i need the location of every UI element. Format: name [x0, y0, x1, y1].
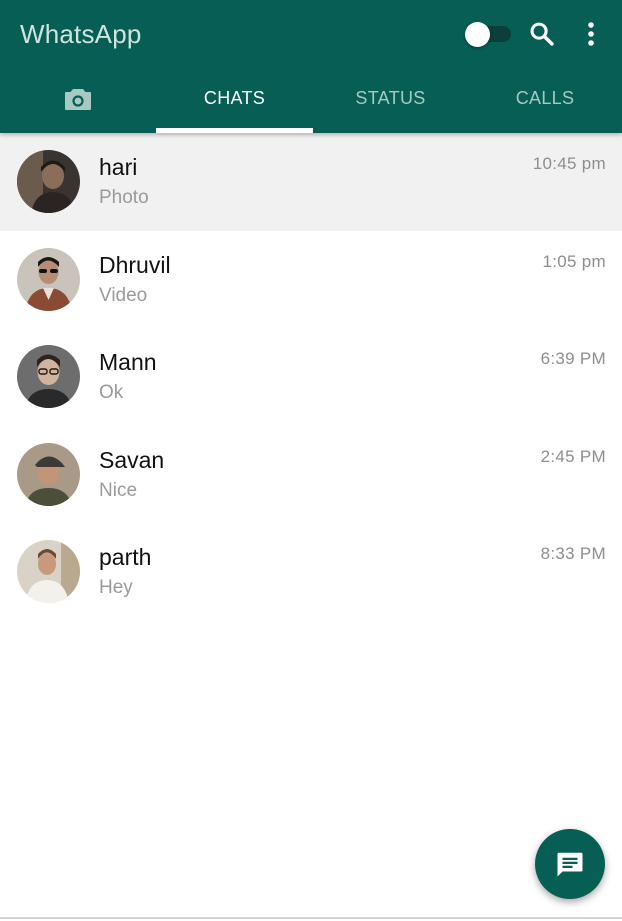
chat-name: parth [99, 544, 152, 570]
chat-list: hari Photo 10:45 pm Dhruvil Video 1:05 p… [0, 133, 622, 621]
camera-icon [65, 88, 91, 110]
tab-bar: CHATS STATUS CALLS [0, 74, 622, 133]
whatsapp-app: WhatsApp CHATS STATUS CALLS hari Photo 1… [0, 0, 622, 921]
chat-name: Mann [99, 349, 157, 375]
avatar[interactable] [17, 150, 80, 213]
tab-calls[interactable]: CALLS [468, 74, 622, 133]
tab-chats[interactable]: CHATS [156, 74, 313, 133]
chat-time: 1:05 pm [542, 251, 606, 271]
new-chat-button[interactable] [535, 829, 605, 899]
avatar-photo [17, 150, 80, 213]
active-tab-indicator [156, 128, 313, 133]
avatar-photo [17, 345, 80, 408]
chat-name: Savan [99, 446, 165, 473]
avatar-photo [17, 540, 80, 603]
chat-row-parth[interactable]: parth Hey 8:33 PM [0, 523, 622, 621]
chat-time: 10:45 pm [532, 154, 606, 173]
chat-time: 2:45 PM [540, 446, 606, 466]
tab-status-label: STATUS [355, 88, 426, 108]
chat-row-savan[interactable]: Savan Nice 2:45 PM [0, 426, 622, 524]
bottom-divider [0, 917, 622, 919]
chat-row-mann[interactable]: Mann Ok 6:39 PM [0, 328, 622, 426]
chat-name: hari [99, 154, 138, 180]
tab-calls-label: CALLS [515, 88, 575, 108]
chat-row-hari[interactable]: hari Photo 10:45 pm [0, 133, 622, 231]
search-icon [530, 22, 554, 46]
new-chat-icon [557, 852, 583, 877]
search-button[interactable] [526, 18, 558, 50]
avatar[interactable] [17, 247, 80, 311]
chat-last-message: Photo [99, 187, 149, 208]
tab-camera[interactable] [0, 74, 156, 133]
chat-row-dhruvil[interactable]: Dhruvil Video 1:05 pm [0, 231, 622, 329]
chat-last-message: Nice [99, 479, 138, 501]
avatar-photo [17, 442, 80, 506]
avatar-photo [17, 247, 80, 311]
more-options-button[interactable] [578, 18, 604, 50]
app-title: WhatsApp [20, 19, 142, 49]
avatar[interactable] [17, 442, 80, 506]
chat-name: Dhruvil [99, 251, 171, 278]
app-bar: WhatsApp CHATS STATUS CALLS [0, 0, 622, 133]
dark-mode-toggle[interactable] [465, 22, 513, 47]
tab-status[interactable]: STATUS [313, 74, 468, 133]
tab-chats-label: CHATS [203, 88, 266, 108]
avatar[interactable] [17, 345, 80, 408]
chat-time: 8:33 PM [540, 544, 606, 563]
chat-last-message: Video [99, 284, 148, 306]
avatar[interactable] [17, 540, 80, 603]
more-vertical-icon [588, 22, 594, 46]
chat-time: 6:39 PM [540, 349, 606, 368]
chat-last-message: Hey [99, 577, 133, 598]
chat-last-message: Ok [99, 382, 124, 403]
toggle-thumb [465, 22, 490, 47]
